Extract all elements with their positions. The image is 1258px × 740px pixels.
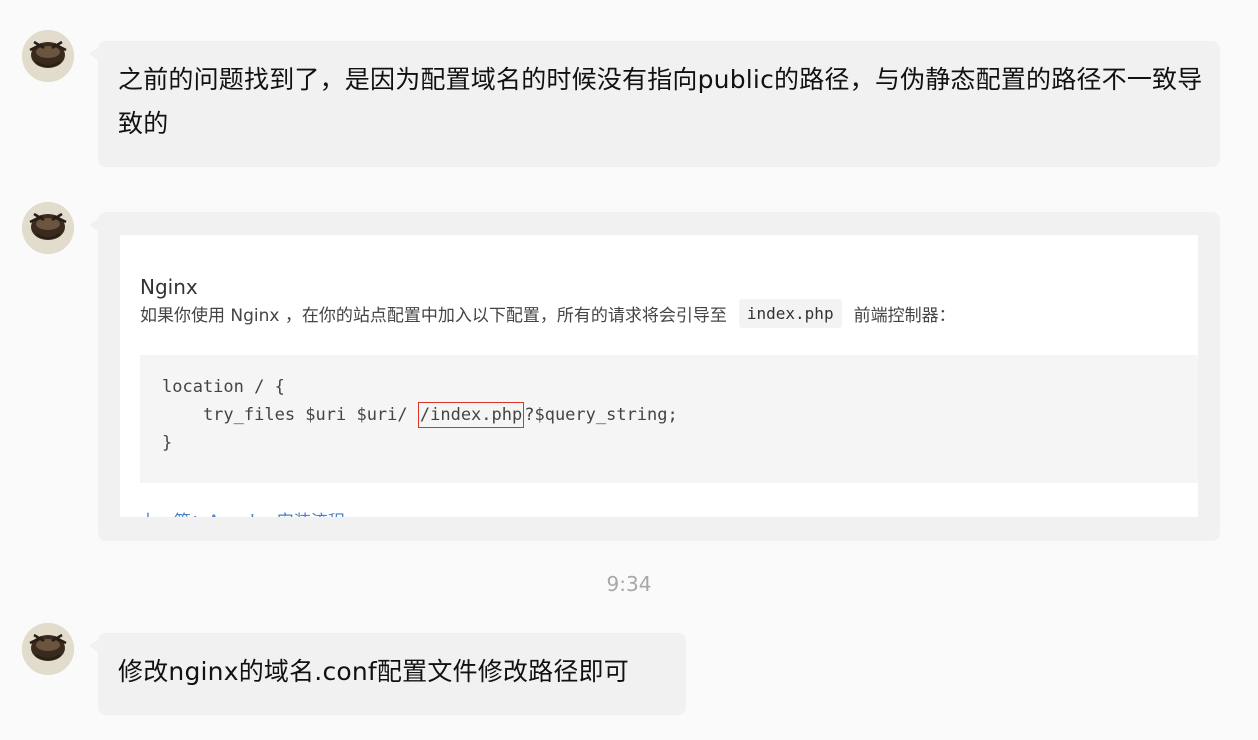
message-bubble[interactable]: 修改nginx的域名.conf配置文件修改路径即可 [89, 633, 686, 715]
code-line: location / { [162, 377, 285, 397]
message-text: 修改nginx的域名.conf配置文件修改路径即可 [118, 657, 629, 686]
code-line: } [162, 433, 173, 453]
description-text-end: 前端控制器： [853, 306, 956, 326]
inline-code: index.php [738, 299, 842, 328]
timestamp: 9:34 [606, 572, 652, 596]
description-text: 如果你使用 Nginx ，在你的站点配置中加入以下配置，所有的请求将会引导至 [140, 306, 727, 326]
cutoff-link-text: 上一篇：Apache 安装流程 [140, 507, 345, 517]
screenshot-title: Nginx [140, 275, 198, 299]
message-bubble[interactable]: 之前的问题找到了，是因为配置域名的时候没有指向public的路径，与伪静态配置的… [89, 41, 1220, 167]
highlighted-code: /index.php [417, 402, 525, 428]
code-text: try_files $uri $uri/ [162, 405, 418, 425]
chat-window: 之前的问题找到了，是因为配置域名的时候没有指向public的路径，与伪静态配置的… [0, 0, 1258, 740]
avatar[interactable] [22, 30, 74, 82]
code-line: try_files $uri $uri/ /index.php ?$query_s… [162, 402, 678, 428]
screenshot-description: 如果你使用 Nginx ，在你的站点配置中加入以下配置，所有的请求将会引导至 i… [140, 299, 956, 328]
avatar-image [22, 30, 74, 82]
message-text: 之前的问题找到了，是因为配置域名的时候没有指向public的路径，与伪静态配置的… [118, 65, 1203, 138]
avatar[interactable] [22, 202, 74, 254]
shared-screenshot[interactable]: Nginx 如果你使用 Nginx ，在你的站点配置中加入以下配置，所有的请求将… [120, 235, 1198, 517]
code-block: location / { try_files $uri $uri/ /index… [140, 355, 1198, 483]
avatar[interactable] [22, 623, 74, 675]
image-message-bubble[interactable]: Nginx 如果你使用 Nginx ，在你的站点配置中加入以下配置，所有的请求将… [89, 212, 1220, 541]
avatar-image [22, 623, 74, 675]
code-text: ?$query_string; [524, 405, 678, 425]
avatar-image [22, 202, 74, 254]
